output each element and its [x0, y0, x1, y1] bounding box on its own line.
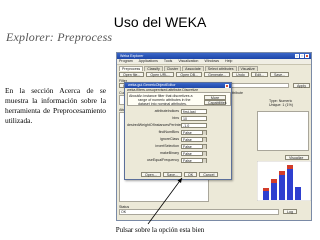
- object-editor-dialog: weka.gui.GenericObjectEditor weka.filter…: [124, 82, 232, 180]
- histogram-bar-3: [279, 175, 285, 200]
- field-value[interactable]: 10: [181, 116, 207, 121]
- field-value[interactable]: first-last: [181, 109, 207, 114]
- field-row: bins 10: [127, 116, 229, 121]
- histogram-bar-1: [263, 191, 269, 200]
- histogram-bar-2: [271, 183, 277, 200]
- status-bar: OK: [119, 209, 279, 215]
- explorer-tabs: Preprocess Classify Cluster Associate Select…: [117, 66, 311, 71]
- generate-button[interactable]: Generate...: [204, 72, 231, 77]
- field-label: findNumBins: [158, 130, 179, 134]
- open-url-button[interactable]: Open URL...: [146, 72, 175, 77]
- dialog-button-row: Open... Save... OK Cancel: [141, 172, 220, 177]
- minimize-icon[interactable]: [295, 54, 299, 58]
- slide-caption: Pulsar sobre la opción esta bien: [115, 226, 205, 234]
- field-label: bins: [172, 116, 179, 120]
- open-button[interactable]: Open...: [141, 172, 161, 177]
- histogram-bar-4-top: [287, 165, 293, 169]
- field-row: invertSelection False: [127, 144, 229, 149]
- field-dropdown[interactable]: False: [181, 144, 207, 149]
- window-titlebar: Weka Explorer: [117, 53, 311, 59]
- field-row: makeBinary False: [127, 151, 229, 156]
- log-button[interactable]: Log: [283, 209, 297, 214]
- save-button[interactable]: Save...: [269, 72, 290, 77]
- menu-visualization[interactable]: Visualization: [178, 59, 198, 63]
- window-title: Weka Explorer: [120, 54, 144, 58]
- histogram-bar-5: [295, 187, 301, 200]
- field-label: desiredWeightOfInstancesPerInterval: [127, 123, 187, 127]
- histogram-bar-2-top: [271, 179, 277, 183]
- close-icon[interactable]: [305, 54, 309, 58]
- dialog-save-button[interactable]: Save...: [162, 172, 182, 177]
- edit-button[interactable]: Edit...: [250, 72, 268, 77]
- field-label: useEqualFrequency: [147, 158, 179, 162]
- field-row: ignoreClass False: [127, 137, 229, 142]
- field-label: invertSelection: [155, 144, 179, 148]
- tab-cluster[interactable]: Cluster: [163, 66, 182, 71]
- unique-label: Unique: 1 (1%): [269, 103, 293, 107]
- cancel-button[interactable]: Cancel: [199, 172, 219, 177]
- about-section: About An instance filter that discretize…: [127, 92, 231, 106]
- menu-program[interactable]: Program: [119, 59, 133, 63]
- left-note: En la sección Acerca de se muestra la in…: [5, 86, 106, 125]
- about-label: About: [129, 94, 139, 98]
- open-db-button[interactable]: Open DB...: [176, 72, 203, 77]
- about-text: An instance filter that discretizes a ra…: [138, 94, 193, 107]
- tab-visualize[interactable]: Visualize: [237, 66, 258, 71]
- slide-title: Uso del WEKA: [113, 14, 207, 30]
- dialog-title: weka.gui.GenericObjectEditor: [128, 83, 176, 87]
- menu-windows[interactable]: Windows: [204, 59, 219, 63]
- field-dropdown[interactable]: False: [181, 158, 207, 163]
- histogram-bar-1-top: [263, 188, 269, 191]
- slide-subtitle: Explorer: Preprocess: [6, 30, 113, 44]
- field-label: ignoreClass: [160, 137, 179, 141]
- undo-button[interactable]: Undo: [232, 72, 249, 77]
- field-label: makeBinary: [160, 151, 179, 155]
- apply-button[interactable]: Apply: [293, 83, 310, 88]
- field-row: findNumBins False: [127, 130, 229, 135]
- tab-classify[interactable]: Classify: [144, 66, 163, 71]
- statistics-table: [257, 111, 309, 151]
- field-dropdown[interactable]: False: [181, 137, 207, 142]
- field-dropdown[interactable]: False: [181, 130, 207, 135]
- menu-bar: Program Applications Tools Visualization…: [117, 59, 311, 65]
- tab-select-attributes[interactable]: Select attributes: [204, 66, 237, 71]
- file-toolbar: Open file... Open URL... Open DB... Generat…: [119, 72, 291, 77]
- field-value[interactable]: -1.0: [181, 123, 207, 128]
- ok-button[interactable]: OK: [183, 172, 198, 177]
- field-row: attributeIndices first-last: [127, 109, 229, 114]
- field-dropdown[interactable]: False: [181, 151, 207, 156]
- status-value: OK: [121, 210, 127, 214]
- menu-tools[interactable]: Tools: [164, 59, 172, 63]
- dialog-close-icon[interactable]: [225, 84, 229, 88]
- menu-applications[interactable]: Applications: [139, 59, 158, 63]
- histogram-bar-4: [287, 169, 293, 200]
- histogram-bar-3-top: [279, 171, 285, 175]
- tab-associate[interactable]: Associate: [182, 66, 204, 71]
- maximize-icon[interactable]: [300, 54, 304, 58]
- field-row: useEqualFrequency False: [127, 158, 229, 163]
- field-label: attributeIndices: [154, 109, 179, 113]
- field-row: desiredWeightOfInstancesPerInterval -1.0: [127, 123, 229, 128]
- attribute-histogram: [257, 161, 311, 201]
- visualize-all-button[interactable]: Visualize All: [285, 155, 309, 165]
- menu-help[interactable]: Help: [225, 59, 232, 63]
- tab-preprocess[interactable]: Preprocess: [119, 66, 144, 71]
- capabilities-button[interactable]: Capabilities: [204, 100, 227, 105]
- open-file-button[interactable]: Open file...: [119, 72, 145, 77]
